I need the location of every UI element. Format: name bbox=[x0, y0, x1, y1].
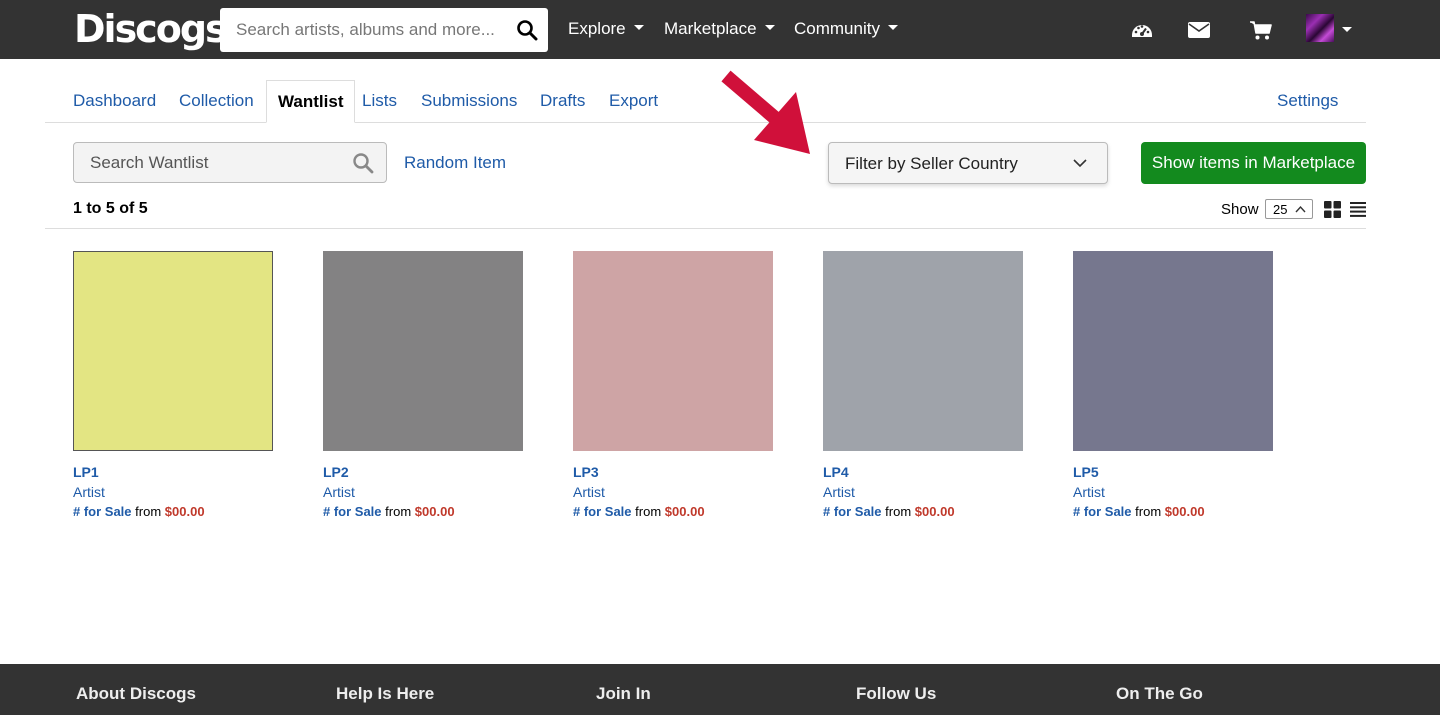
tab-collection[interactable]: Collection bbox=[179, 90, 254, 112]
search-icon[interactable] bbox=[352, 152, 374, 174]
price: $00.00 bbox=[1164, 504, 1205, 519]
site-search-input[interactable] bbox=[220, 8, 510, 52]
release-artist[interactable]: Artist bbox=[323, 484, 523, 500]
release-artist[interactable]: Artist bbox=[823, 484, 1023, 500]
seller-country-filter-label: Filter by Seller Country bbox=[845, 154, 1018, 173]
wantlist-search-input[interactable] bbox=[74, 143, 344, 182]
nav-marketplace[interactable]: Marketplace bbox=[664, 18, 775, 40]
price: $00.00 bbox=[914, 504, 955, 519]
nav-explore[interactable]: Explore bbox=[568, 18, 644, 40]
from-text: from bbox=[1135, 504, 1162, 519]
nav-community-label: Community bbox=[794, 19, 880, 38]
for-sale-link[interactable]: # for Sale bbox=[573, 504, 632, 519]
tab-wantlist[interactable]: Wantlist bbox=[266, 80, 356, 123]
album-cover[interactable] bbox=[73, 251, 273, 451]
chevron-up-icon bbox=[1295, 205, 1306, 213]
annotation-arrow-icon bbox=[721, 70, 810, 154]
release-title[interactable]: LP2 bbox=[323, 464, 523, 480]
for-sale-link[interactable]: # for Sale bbox=[73, 504, 132, 519]
album-cover[interactable] bbox=[1073, 251, 1273, 451]
footer-heading-join: Join In bbox=[596, 684, 651, 703]
show-label: Show bbox=[1221, 201, 1259, 218]
nav-community[interactable]: Community bbox=[794, 18, 898, 40]
release-artist[interactable]: Artist bbox=[573, 484, 773, 500]
list-view-icon[interactable] bbox=[1350, 202, 1366, 217]
tab-dashboard[interactable]: Dashboard bbox=[73, 90, 156, 112]
for-sale-info: # for Sale from $00.00 bbox=[573, 504, 773, 520]
wantlist-card: LP3 Artist # for Sale from $00.00 bbox=[573, 251, 773, 520]
user-avatar[interactable] bbox=[1306, 14, 1334, 42]
grid-view-icon[interactable] bbox=[1324, 201, 1341, 218]
seller-country-filter[interactable]: Filter by Seller Country bbox=[828, 142, 1108, 184]
release-title[interactable]: LP3 bbox=[573, 464, 773, 480]
wantlist-card: LP1 Artist # for Sale from $00.00 bbox=[73, 251, 273, 520]
search-icon[interactable] bbox=[516, 19, 538, 41]
release-title[interactable]: LP4 bbox=[823, 464, 1023, 480]
release-title[interactable]: LP5 bbox=[1073, 464, 1273, 480]
tab-drafts[interactable]: Drafts bbox=[540, 90, 585, 112]
tab-lists[interactable]: Lists bbox=[362, 90, 397, 112]
release-artist[interactable]: Artist bbox=[73, 484, 273, 500]
price: $00.00 bbox=[664, 504, 705, 519]
nav-marketplace-label: Marketplace bbox=[664, 19, 757, 38]
site-footer: About Discogs Help Is Here Join In Follo… bbox=[0, 664, 1440, 715]
wantlist-card: LP4 Artist # for Sale from $00.00 bbox=[823, 251, 1023, 520]
results-count: 1 to 5 of 5 bbox=[73, 200, 148, 217]
per-page-value: 25 bbox=[1273, 202, 1288, 217]
footer-heading-help: Help Is Here bbox=[336, 684, 435, 703]
for-sale-info: # for Sale from $00.00 bbox=[823, 504, 1023, 520]
release-artist[interactable]: Artist bbox=[1073, 484, 1273, 500]
wantlist-card: LP5 Artist # for Sale from $00.00 bbox=[1073, 251, 1273, 520]
from-text: from bbox=[385, 504, 412, 519]
chevron-down-icon bbox=[633, 25, 644, 31]
from-text: from bbox=[885, 504, 912, 519]
chevron-down-icon bbox=[887, 25, 898, 31]
wantlist-card: LP2 Artist # for Sale from $00.00 bbox=[323, 251, 523, 520]
tab-settings[interactable]: Settings bbox=[1277, 90, 1338, 112]
from-text: from bbox=[635, 504, 662, 519]
chevron-down-icon bbox=[764, 25, 775, 31]
release-title[interactable]: LP1 bbox=[73, 464, 273, 480]
discogs-logo[interactable]: Discogs bbox=[74, 6, 228, 52]
album-cover[interactable] bbox=[823, 251, 1023, 451]
for-sale-link[interactable]: # for Sale bbox=[823, 504, 882, 519]
chevron-down-icon bbox=[1073, 159, 1087, 168]
chevron-down-icon[interactable] bbox=[1342, 27, 1352, 32]
per-page-select[interactable]: 25 bbox=[1265, 199, 1313, 219]
for-sale-link[interactable]: # for Sale bbox=[323, 504, 382, 519]
tab-submissions[interactable]: Submissions bbox=[421, 90, 517, 112]
for-sale-info: # for Sale from $00.00 bbox=[73, 504, 273, 520]
wantlist-search bbox=[73, 142, 387, 183]
album-cover[interactable] bbox=[573, 251, 773, 451]
mail-icon[interactable] bbox=[1187, 18, 1211, 42]
footer-heading-follow: Follow Us bbox=[856, 684, 937, 703]
site-search bbox=[220, 8, 548, 52]
results-divider bbox=[45, 228, 1366, 229]
tab-export[interactable]: Export bbox=[609, 90, 658, 112]
random-item-link[interactable]: Random Item bbox=[404, 153, 506, 173]
for-sale-info: # for Sale from $00.00 bbox=[1073, 504, 1273, 520]
footer-heading-on-the-go: On The Go bbox=[1116, 684, 1203, 703]
price: $00.00 bbox=[164, 504, 205, 519]
for-sale-info: # for Sale from $00.00 bbox=[323, 504, 523, 520]
show-in-marketplace-button[interactable]: Show items in Marketplace bbox=[1141, 142, 1366, 184]
price: $00.00 bbox=[414, 504, 455, 519]
footer-heading-about: About Discogs bbox=[76, 684, 196, 703]
from-text: from bbox=[135, 504, 162, 519]
for-sale-link[interactable]: # for Sale bbox=[1073, 504, 1132, 519]
album-cover[interactable] bbox=[323, 251, 523, 451]
tabs-divider bbox=[45, 122, 1366, 123]
dashboard-icon[interactable] bbox=[1130, 18, 1154, 42]
top-navbar: Discogs Explore Marketplace Community bbox=[0, 0, 1440, 59]
cart-icon[interactable] bbox=[1249, 18, 1273, 42]
nav-explore-label: Explore bbox=[568, 19, 626, 38]
